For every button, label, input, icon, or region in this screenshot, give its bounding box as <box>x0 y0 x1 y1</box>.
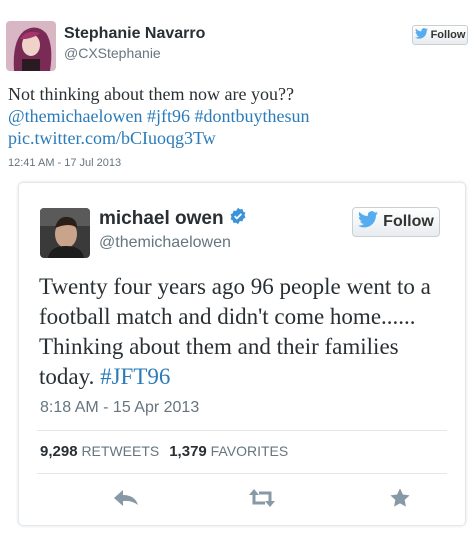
divider <box>37 430 447 431</box>
retweet-icon[interactable] <box>247 483 277 513</box>
author-name[interactable]: Stephanie Navarro <box>64 24 205 44</box>
tweet-text: Not thinking about them now are you?? @t… <box>8 83 468 149</box>
embedded-author-name[interactable]: michael owen <box>99 208 224 230</box>
retweets-stat[interactable]: 9,298 RETWEETS <box>40 443 159 460</box>
embedded-author-handle[interactable]: @themichaelowen <box>99 234 231 252</box>
hashtag-link-JFT96[interactable]: #JFT96 <box>100 364 170 389</box>
hashtag-link-dontbuythesun[interactable]: #dontbuythesun <box>195 106 310 126</box>
embedded-tweet-card: michael owen @themichaelowen Follow Twen… <box>18 182 466 526</box>
mention-link[interactable]: @themichaelowen <box>8 106 143 126</box>
follow-label-embedded: Follow <box>383 213 434 230</box>
reply-icon[interactable] <box>111 483 141 513</box>
avatar-michaelowen[interactable] <box>40 208 90 258</box>
twitter-bird-icon <box>414 28 428 42</box>
author-info: Stephanie Navarro @CXStephanie <box>64 24 205 62</box>
retweets-count: 9,298 <box>40 443 78 460</box>
tweet-stats: 9,298 RETWEETS 1,379 FAVORITES <box>40 443 288 460</box>
embedded-tweet-text: Twenty four years ago 96 people went to … <box>39 272 449 392</box>
pic-link[interactable]: pic.twitter.com/bCIuoqg3Tw <box>8 127 468 149</box>
follow-label: Follow <box>430 29 466 41</box>
tweet-container: Stephanie Navarro @CXStephanie Follow No… <box>0 0 476 533</box>
divider <box>37 473 447 474</box>
retweets-label: RETWEETS <box>81 443 160 459</box>
author-handle[interactable]: @CXStephanie <box>64 44 205 62</box>
follow-button-embedded[interactable]: Follow <box>352 207 440 237</box>
twitter-bird-icon <box>358 211 379 233</box>
favorites-label: FAVORITES <box>210 443 289 459</box>
favorites-count: 1,379 <box>169 443 207 460</box>
verified-badge-icon <box>229 207 247 231</box>
favorite-icon[interactable] <box>385 483 415 513</box>
tweet-text-plain: Not thinking about them now are you?? <box>8 84 294 104</box>
avatar-stephanie[interactable] <box>6 21 56 71</box>
embedded-tweet-text-plain: Twenty four years ago 96 people went to … <box>39 274 431 389</box>
favorites-stat[interactable]: 1,379 FAVORITES <box>169 443 288 460</box>
follow-button[interactable]: Follow <box>412 25 468 45</box>
tweet-timestamp[interactable]: 12:41 AM - 17 Jul 2013 <box>8 157 121 169</box>
tweet-actions <box>19 483 465 517</box>
embedded-timestamp[interactable]: 8:18 AM - 15 Apr 2013 <box>40 399 199 417</box>
hashtag-link-jft96[interactable]: #jft96 <box>147 106 190 126</box>
embedded-author: michael owen <box>99 207 247 231</box>
